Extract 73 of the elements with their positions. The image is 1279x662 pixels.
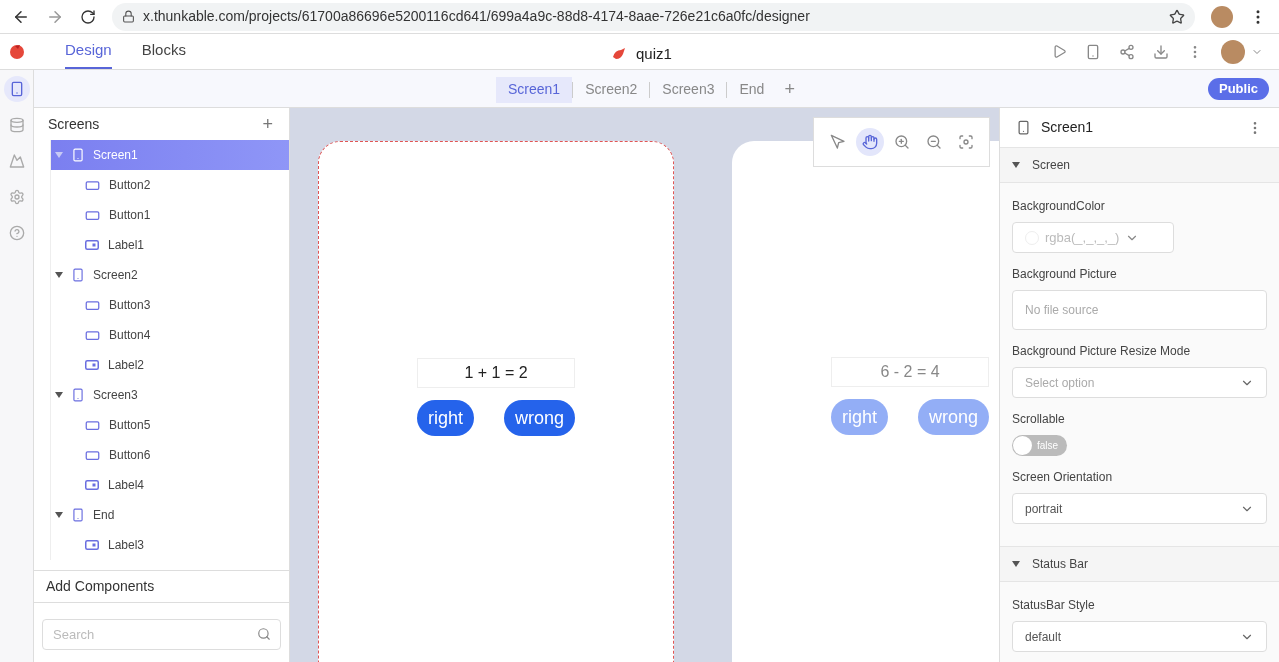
panel-title: Screens: [48, 114, 100, 134]
tree-item[interactable]: Button5: [51, 410, 289, 440]
tree-item[interactable]: Button4: [51, 320, 289, 350]
address-bar[interactable]: x.thunkable.com/projects/61700a86696e5200116cd641/699a4a9c-88d8-4174-8aae-726e21c6a0fc/designer: [112, 2, 1195, 31]
tree-item[interactable]: Button3: [51, 290, 289, 320]
panel-title: Add Components: [46, 577, 155, 596]
search-icon[interactable]: [257, 627, 271, 641]
section-header[interactable]: Screen: [1000, 148, 1279, 183]
label-icon: [85, 360, 99, 370]
tree-item[interactable]: Label3: [51, 530, 289, 560]
phone-icon: [71, 508, 85, 522]
avatar[interactable]: [1221, 39, 1245, 64]
text-label[interactable]: 6 - 2 = 4: [831, 357, 989, 387]
app-button[interactable]: right: [417, 400, 474, 436]
field-label: Background Picture: [1012, 266, 1118, 283]
tree-item[interactable]: Label4: [51, 470, 289, 500]
field-label: Screen Orientation: [1012, 469, 1114, 486]
logo-icon[interactable]: [9, 43, 25, 60]
select-dropdown[interactable]: portrait: [1012, 493, 1267, 524]
public-button[interactable]: Public: [1208, 77, 1269, 100]
share-icon[interactable]: [1119, 43, 1135, 60]
play-icon[interactable]: [1052, 44, 1067, 59]
color-placeholder: rgba(_,_,_,_): [1045, 228, 1120, 247]
select-value: portrait: [1025, 500, 1063, 518]
search-field[interactable]: Search: [42, 619, 281, 650]
tree-item[interactable]: Screen3: [51, 380, 289, 410]
caret-icon[interactable]: [1012, 561, 1020, 567]
mode-tab[interactable]: Blocks: [141, 34, 186, 69]
field-label: Background Picture Resize Mode: [1012, 343, 1192, 360]
tree-item[interactable]: Button1: [51, 200, 289, 230]
select-placeholder: Select option: [1025, 374, 1095, 392]
section-header[interactable]: Status Bar: [1000, 547, 1279, 582]
file-source-field[interactable]: No file source: [1012, 290, 1267, 330]
field-label: BackgroundColor: [1012, 198, 1106, 215]
tree-item[interactable]: Label1: [51, 230, 289, 260]
lock-icon: [122, 10, 135, 23]
select-value: default: [1025, 628, 1062, 646]
caret-icon[interactable]: [55, 392, 63, 398]
caret-icon[interactable]: [55, 512, 63, 518]
field-label: Scrollable: [1012, 411, 1066, 428]
label-icon: [85, 480, 99, 490]
phone-screen[interactable]: 1 + 1 = 2 right wrong: [318, 141, 674, 662]
hand-icon[interactable]: [855, 128, 884, 156]
text-label[interactable]: 1 + 1 = 2: [417, 358, 575, 388]
tree-item[interactable]: Button2: [51, 170, 289, 200]
tree-item[interactable]: Screen2: [51, 260, 289, 290]
star-icon[interactable]: [1169, 8, 1185, 25]
url-text: x.thunkable.com/projects/61700a86696e5200116cd641/699a4a9c-88d8-4174-8aae-726e21c6a0fc/designer: [143, 7, 811, 26]
phone-screen[interactable]: 6 - 2 = 4 right wrong: [732, 141, 999, 662]
select-dropdown[interactable]: default: [1012, 621, 1267, 652]
field-label: StatusBar Style: [1012, 597, 1096, 614]
avatar[interactable]: [1211, 5, 1233, 28]
caret-icon[interactable]: [55, 272, 63, 278]
tree-item[interactable]: Button6: [51, 440, 289, 470]
tree-item[interactable]: End: [51, 500, 289, 530]
panel-title: Screen1: [1041, 118, 1095, 137]
phone-icon: [71, 268, 85, 282]
app-button[interactable]: wrong: [503, 400, 575, 436]
phone-icon[interactable]: [1085, 43, 1101, 60]
caret-icon[interactable]: [1012, 162, 1020, 168]
project-icon: [612, 48, 626, 61]
screen-tab[interactable]: Screen1: [496, 76, 573, 103]
phone-icon: [71, 148, 85, 162]
add-button[interactable]: +: [260, 110, 275, 138]
label-icon: [85, 240, 99, 250]
project-name: quiz1: [636, 44, 672, 64]
download-icon[interactable]: [1153, 43, 1169, 60]
reload-icon[interactable]: [80, 8, 96, 25]
tree-item[interactable]: Label2: [51, 350, 289, 380]
phone-icon[interactable]: [3, 76, 30, 102]
phone-icon: [71, 388, 85, 402]
label-icon: [85, 540, 99, 550]
phone-icon: [1016, 120, 1031, 135]
